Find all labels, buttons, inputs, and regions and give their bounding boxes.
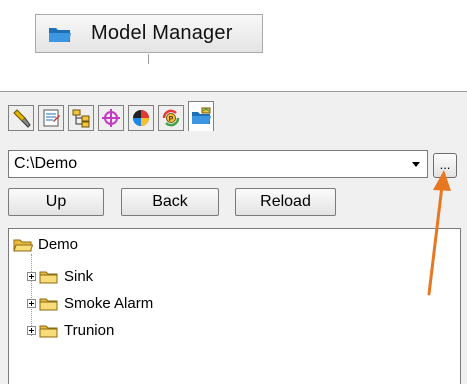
tree-item-label: Trunion	[64, 322, 115, 339]
model-manager-icon	[192, 107, 211, 124]
hierarchy-icon	[72, 109, 90, 128]
tree-item-sink[interactable]: Sink	[27, 268, 93, 285]
tool-tabs: P	[8, 101, 218, 135]
tab-target[interactable]	[98, 105, 124, 131]
up-button[interactable]: Up	[8, 188, 104, 216]
target-icon	[102, 109, 120, 127]
model-manager-title: Model Manager	[91, 22, 233, 44]
folder-icon	[39, 325, 58, 337]
tree-root-label: Demo	[38, 236, 79, 253]
reload-button[interactable]: Reload	[235, 188, 336, 216]
tree-root-item[interactable]: Demo	[13, 236, 78, 253]
tab-hierarchy[interactable]	[68, 105, 94, 131]
folder-icon	[39, 298, 58, 310]
expand-icon[interactable]	[27, 299, 36, 308]
path-combobox[interactable]: C:\Demo	[8, 150, 428, 178]
folder-icon	[39, 271, 58, 283]
tab-color[interactable]	[128, 105, 154, 131]
annotation-arrow-icon	[427, 170, 451, 296]
tree-item-label: Smoke Alarm	[64, 295, 154, 312]
model-manager-button[interactable]: Model Manager	[35, 14, 263, 53]
color-wheel-icon	[133, 110, 149, 126]
wrench-tool-icon	[13, 109, 31, 128]
panel-border	[0, 91, 467, 92]
expand-icon[interactable]	[27, 272, 36, 281]
refresh-parameters-icon: P	[162, 109, 180, 127]
tab-model-manager[interactable]	[188, 101, 214, 131]
tab-wrench[interactable]	[8, 105, 34, 131]
properties-icon	[43, 109, 60, 127]
tree-item-smoke-alarm[interactable]: Smoke Alarm	[27, 295, 153, 312]
divider	[148, 54, 149, 64]
tree-item-label: Sink	[64, 268, 94, 285]
back-button[interactable]: Back	[121, 188, 219, 216]
tree-item-trunion[interactable]: Trunion	[27, 322, 114, 339]
path-value: C:\Demo	[14, 155, 78, 172]
folder-icon	[49, 27, 71, 42]
svg-text:P: P	[169, 116, 174, 123]
tab-properties[interactable]	[38, 105, 64, 131]
open-folder-icon	[13, 239, 33, 251]
expand-icon[interactable]	[27, 326, 36, 335]
folder-tree: Demo Sink Smoke Alarm Trunion	[8, 228, 461, 384]
tab-parameters[interactable]: P	[158, 105, 184, 131]
